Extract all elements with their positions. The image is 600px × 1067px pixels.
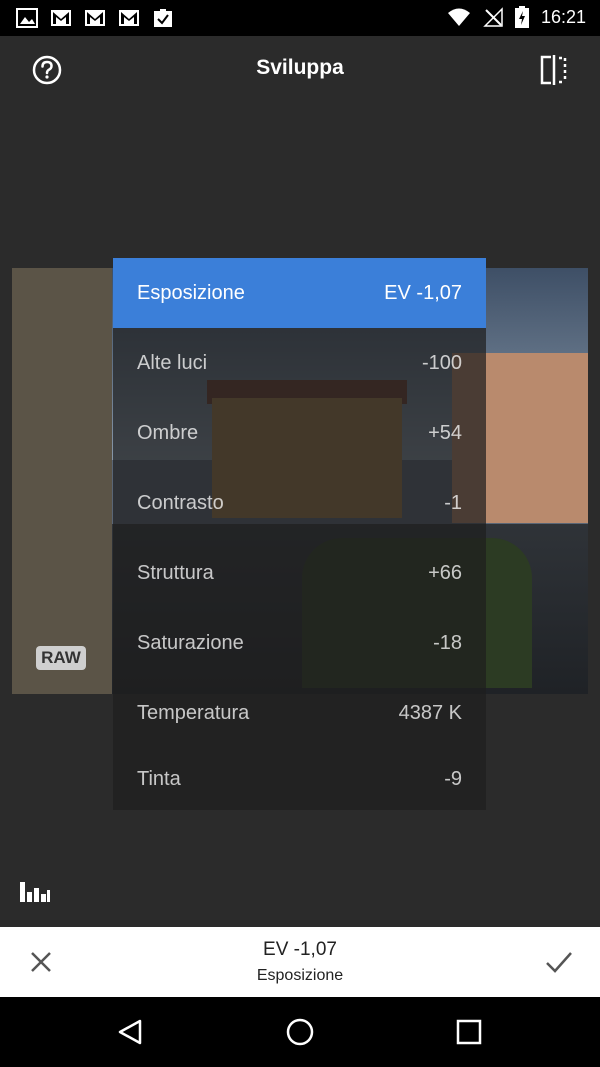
menu-item-label: Saturazione bbox=[137, 631, 244, 654]
menu-item-label: Temperatura bbox=[137, 701, 250, 724]
no-signal-icon bbox=[483, 7, 503, 27]
menu-item-label: Ombre bbox=[137, 421, 199, 444]
raw-badge: RAW bbox=[36, 646, 86, 670]
menu-item-ombre[interactable]: Ombre +54 bbox=[113, 398, 486, 468]
photo-left-wall bbox=[12, 268, 112, 694]
menu-item-value: EV -1,07 bbox=[384, 281, 462, 304]
navigation-bar bbox=[0, 997, 600, 1067]
page-title: Sviluppa bbox=[256, 56, 344, 79]
menu-item-alte-luci[interactable]: Alte luci -100 bbox=[113, 328, 486, 398]
back-triangle-icon[interactable] bbox=[116, 1017, 146, 1047]
gmail-icon bbox=[85, 10, 105, 26]
clipboard-check-icon bbox=[154, 9, 172, 27]
menu-item-label: Struttura bbox=[137, 561, 214, 584]
menu-item-tinta[interactable]: Tinta -9 bbox=[113, 748, 486, 810]
menu-item-value: -1 bbox=[444, 491, 462, 514]
menu-item-temperatura[interactable]: Temperatura 4387 K bbox=[113, 678, 486, 748]
menu-item-value: -18 bbox=[433, 631, 462, 654]
menu-item-esposizione[interactable]: Esposizione EV -1,07 bbox=[113, 258, 486, 328]
compare-split-icon[interactable] bbox=[538, 54, 570, 86]
menu-item-value: -9 bbox=[444, 767, 462, 790]
recents-square-icon[interactable] bbox=[454, 1017, 484, 1047]
menu-item-label: Alte luci bbox=[137, 351, 208, 374]
menu-item-label: Esposizione bbox=[137, 281, 245, 304]
home-circle-icon[interactable] bbox=[285, 1017, 315, 1047]
check-icon[interactable] bbox=[544, 947, 574, 977]
battery-charging-icon bbox=[514, 6, 529, 28]
menu-item-label: Tinta bbox=[137, 767, 181, 790]
current-parameter: Esposizione bbox=[256, 967, 344, 984]
menu-item-saturazione[interactable]: Saturazione -18 bbox=[113, 608, 486, 678]
menu-item-value: +66 bbox=[428, 561, 462, 584]
menu-item-value: +54 bbox=[428, 421, 462, 444]
menu-item-label: Contrasto bbox=[137, 491, 224, 514]
menu-item-struttura[interactable]: Struttura +66 bbox=[113, 538, 486, 608]
bottom-bar: EV -1,07 Esposizione bbox=[0, 927, 600, 997]
gmail-icon bbox=[51, 10, 71, 26]
menu-item-value: 4387 K bbox=[398, 701, 462, 724]
menu-item-value: -100 bbox=[421, 351, 462, 374]
image-icon bbox=[16, 8, 38, 28]
status-bar: 16:21 bbox=[0, 0, 600, 36]
status-time: 16:21 bbox=[540, 6, 586, 27]
menu-item-contrasto[interactable]: Contrasto -1 bbox=[113, 468, 486, 538]
adjustment-menu: Esposizione EV -1,07 Alte luci -100 Ombr… bbox=[113, 258, 486, 810]
gmail-icon bbox=[119, 10, 139, 26]
wifi-icon bbox=[447, 8, 470, 26]
histogram-icon[interactable] bbox=[19, 880, 51, 904]
current-value: EV -1,07 bbox=[263, 939, 337, 960]
